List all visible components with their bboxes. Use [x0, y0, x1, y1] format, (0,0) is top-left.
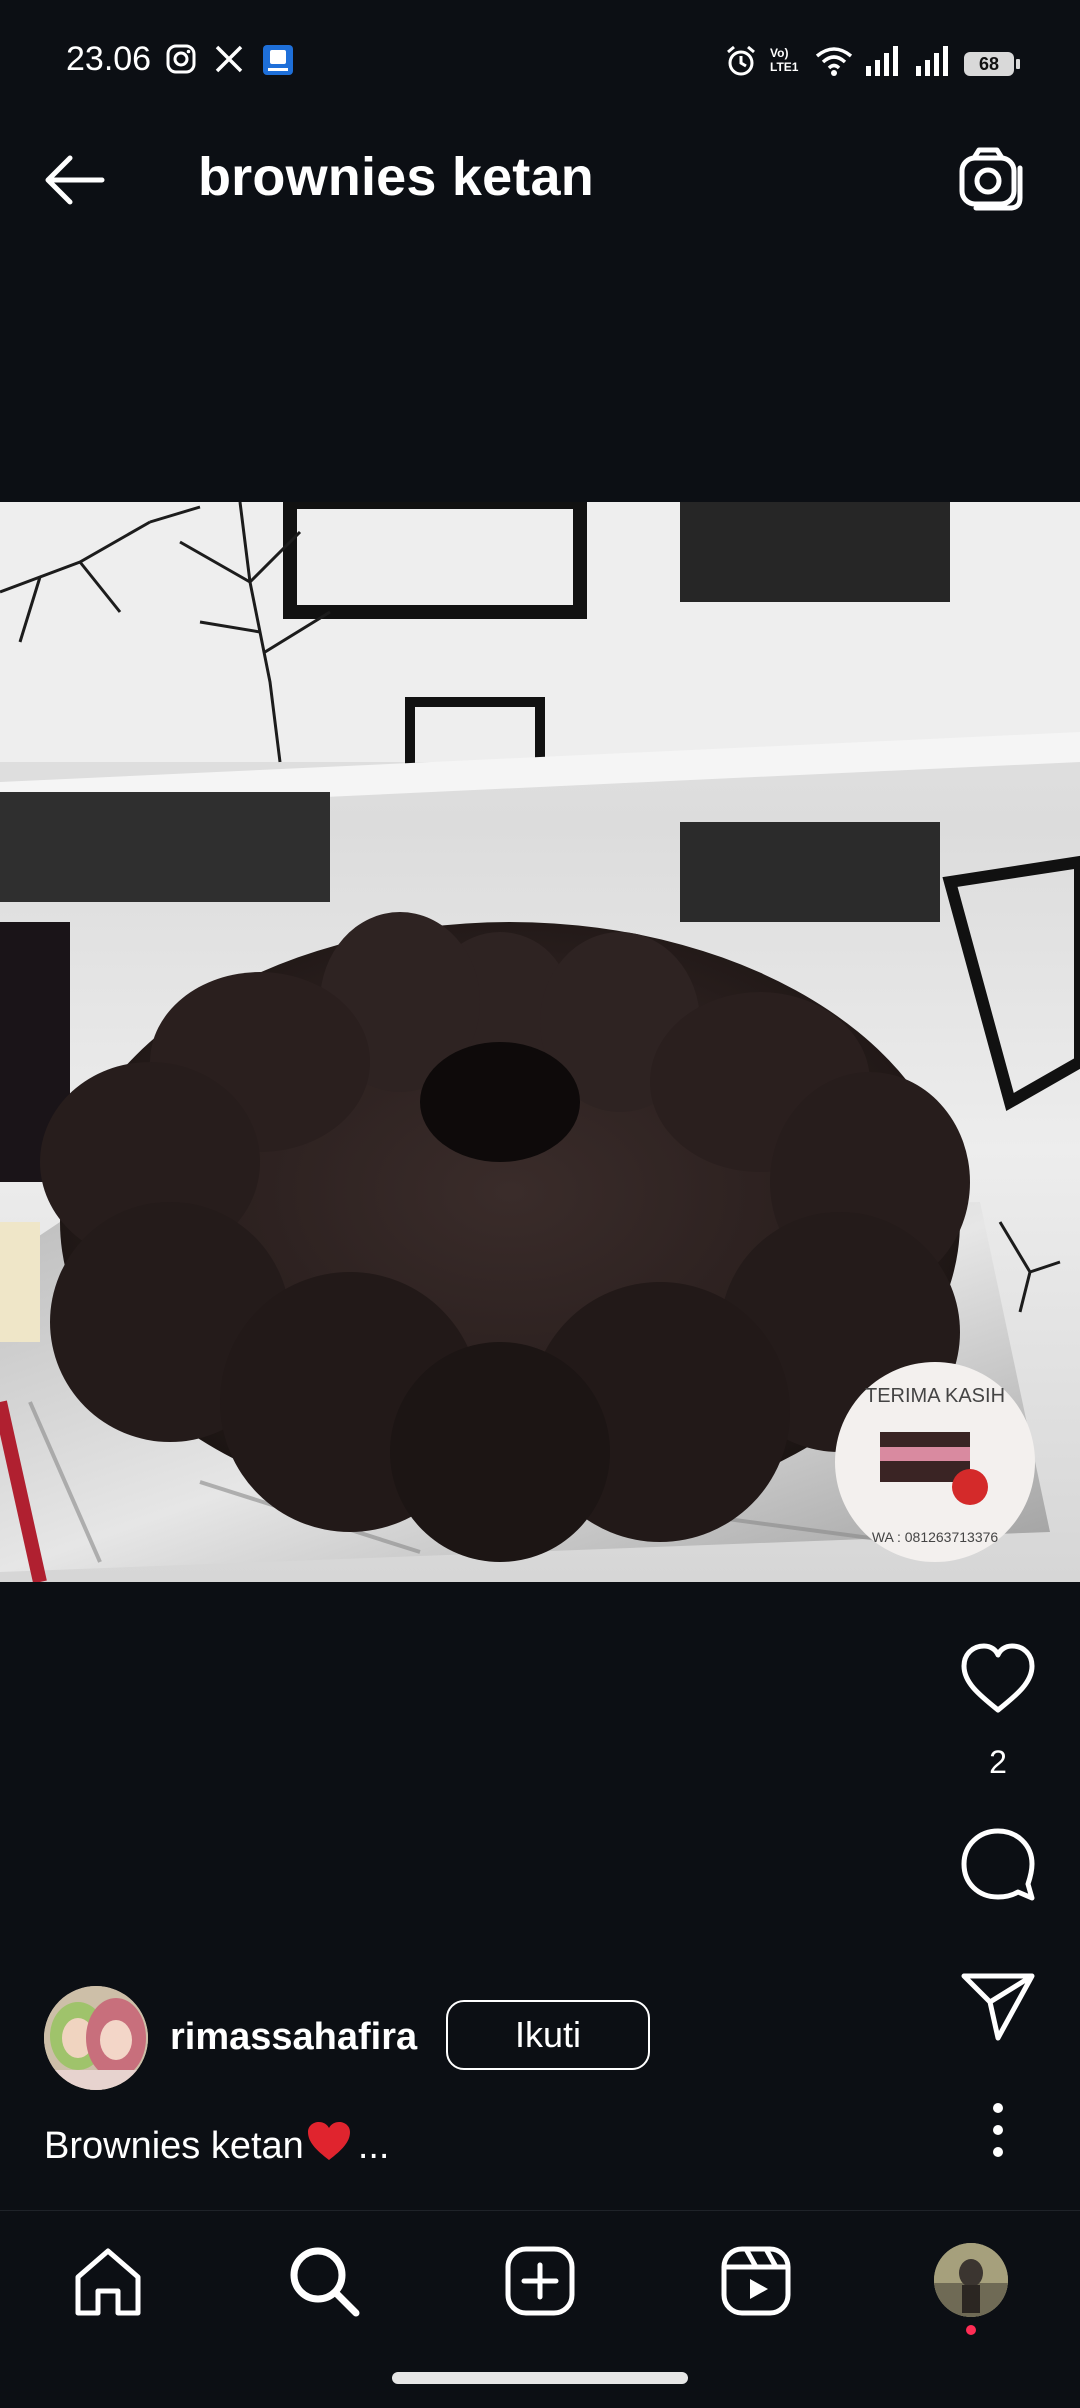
battery-indicator: 68 — [964, 52, 1020, 76]
camera-icon[interactable] — [954, 142, 1030, 214]
signal-icon-2 — [916, 46, 948, 76]
reels-post-screen: 23.06 Vo) LTE1 68 brownies ketan TERIMA … — [0, 0, 1080, 2408]
arrow-left-icon[interactable] — [40, 148, 112, 212]
header: brownies ketan — [0, 120, 1080, 240]
author-avatar[interactable] — [44, 1986, 148, 2090]
comment-bubble-icon[interactable] — [958, 1824, 1038, 1904]
wifi-icon — [815, 47, 853, 76]
paper-plane-icon[interactable] — [958, 1966, 1038, 2046]
author-username[interactable]: rimassahafira — [170, 2016, 417, 2059]
sticker-text-bottom: WA : 081263713376 — [872, 1529, 999, 1545]
heart-icon[interactable] — [958, 1640, 1038, 1720]
author-row: rimassahafira Ikuti — [44, 1986, 924, 2090]
signal-icon-1 — [866, 46, 898, 76]
like-count[interactable]: 2 — [940, 1744, 1056, 1781]
x-notification-icon — [215, 45, 243, 73]
post-image[interactable]: TERIMA KASIH WA : 081263713376 — [0, 502, 1080, 1582]
page-title: brownies ketan — [198, 147, 594, 207]
home-icon[interactable] — [68, 2241, 148, 2321]
red-heart-emoji-icon — [307, 2122, 350, 2160]
search-icon[interactable] — [284, 2241, 364, 2321]
status-time: 23.06 — [66, 40, 152, 78]
alarm-icon — [727, 45, 755, 76]
bottom-navigation — [0, 2210, 1080, 2351]
more-vertical-icon[interactable] — [958, 2090, 1038, 2170]
sticker-text-top: TERIMA KASIH — [865, 1385, 1005, 1407]
post-caption[interactable]: Brownies ketan ... — [44, 2120, 390, 2168]
status-bar: 23.06 Vo) LTE1 68 — [0, 0, 1080, 100]
instagram-notification-icon — [166, 44, 196, 74]
volte-indicator: Vo) LTE1 — [770, 46, 799, 74]
brownie-cake-photo: TERIMA KASIH WA : 081263713376 — [0, 502, 1080, 1582]
profile-avatar[interactable] — [934, 2243, 1008, 2317]
create-icon[interactable] — [500, 2241, 580, 2321]
caption-text: Brownies ketan — [44, 2125, 304, 2167]
reels-icon[interactable] — [716, 2241, 796, 2321]
app-notification-icon — [263, 45, 293, 75]
notification-dot — [966, 2325, 976, 2335]
follow-button[interactable]: Ikuti — [446, 2000, 650, 2070]
home-indicator[interactable] — [392, 2372, 688, 2384]
thank-you-sticker: TERIMA KASIH WA : 081263713376 — [835, 1362, 1035, 1562]
caption-more[interactable]: ... — [358, 2125, 390, 2167]
